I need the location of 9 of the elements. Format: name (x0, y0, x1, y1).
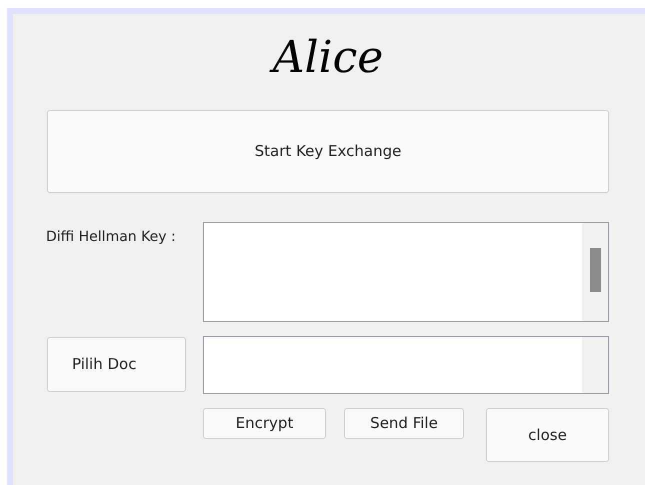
choose-document-button[interactable]: Pilih Doc (47, 337, 186, 392)
key-label: Diffi Hellman Key : (46, 229, 176, 245)
key-text-area[interactable] (203, 222, 609, 322)
file-path-field[interactable] (203, 336, 609, 394)
scrollbar[interactable] (582, 223, 608, 321)
send-file-button[interactable]: Send File (344, 408, 464, 439)
encrypt-button[interactable]: Encrypt (203, 408, 326, 439)
close-button[interactable]: close (486, 408, 609, 462)
start-key-exchange-button[interactable]: Start Key Exchange (47, 110, 609, 193)
